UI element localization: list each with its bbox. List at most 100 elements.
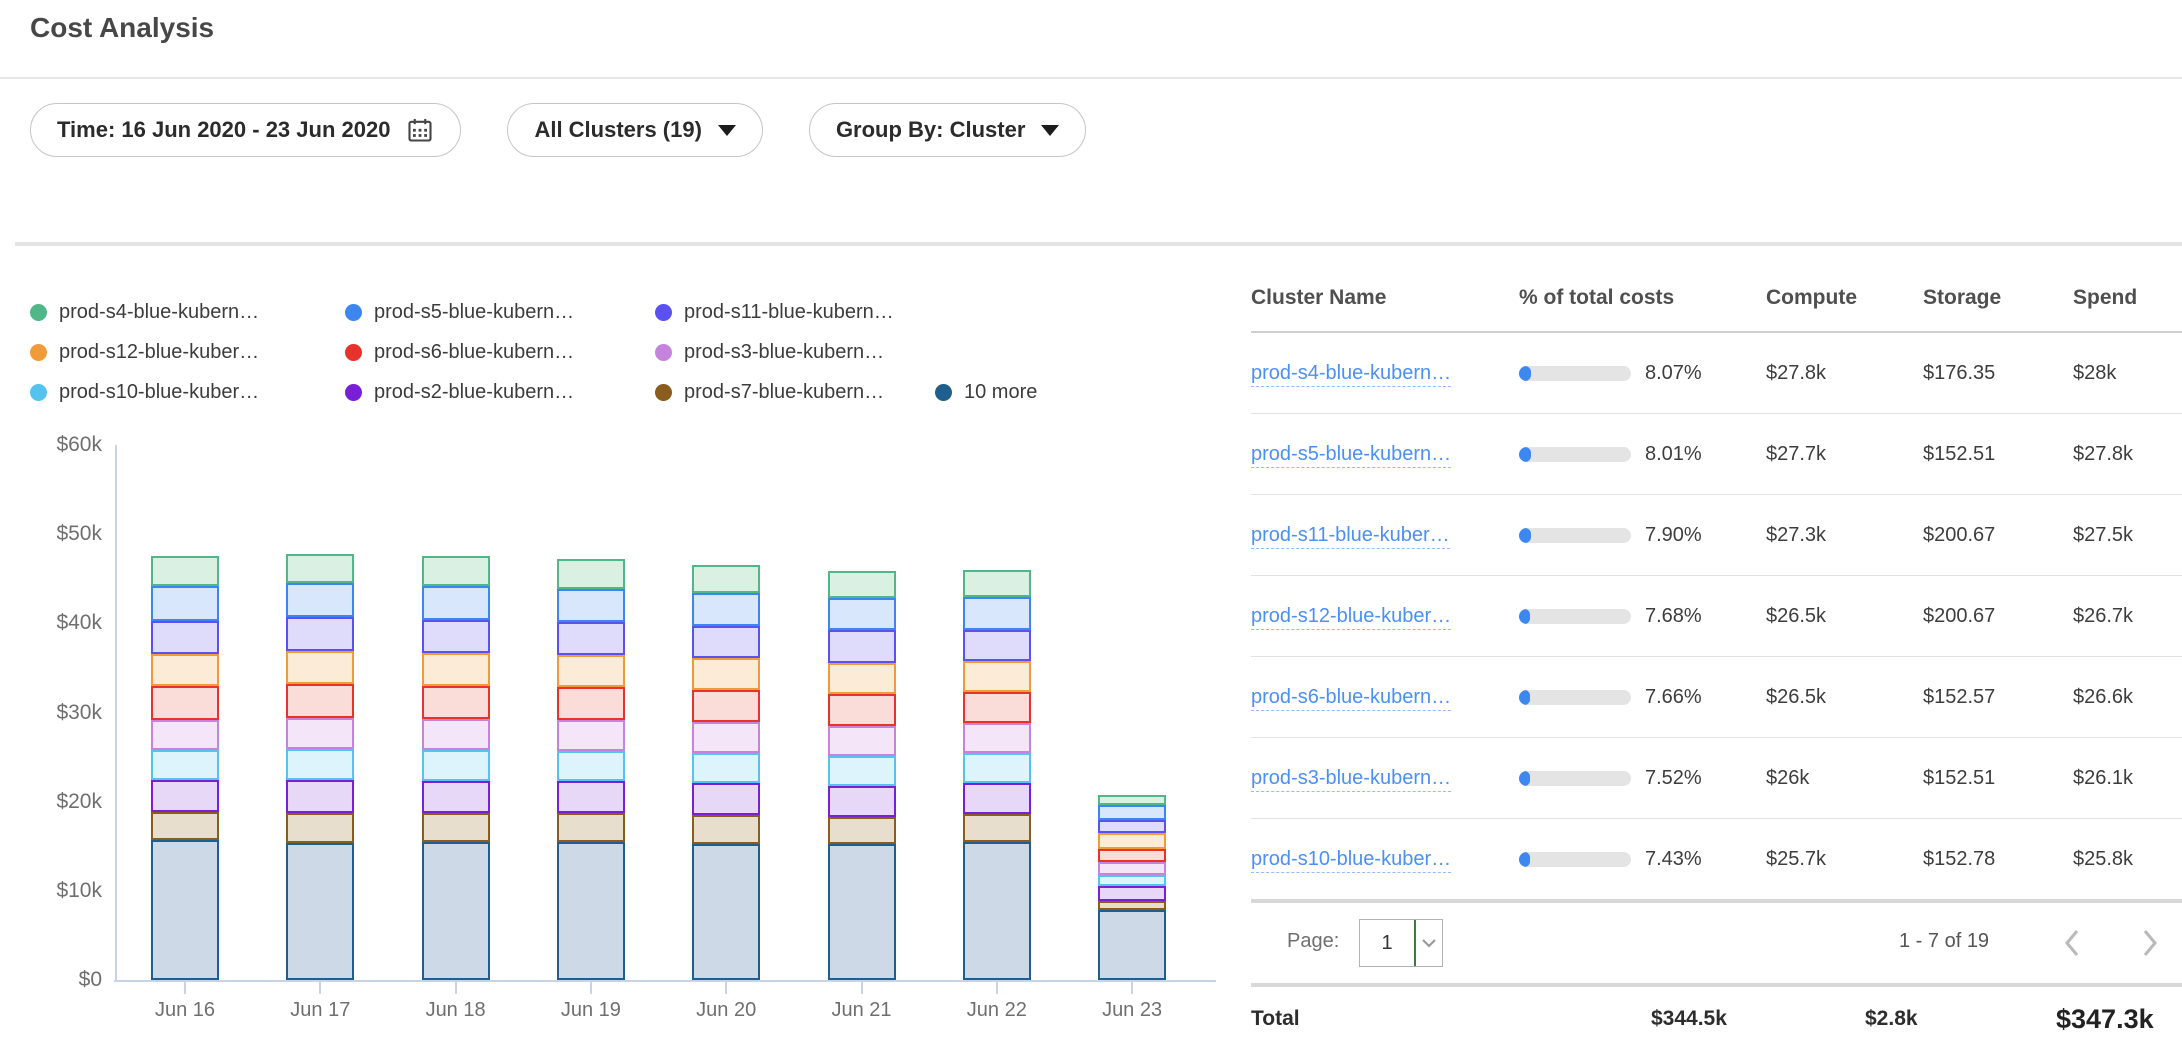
bar-segment-s7[interactable]: [692, 815, 760, 844]
bar-segment-s4[interactable]: [963, 570, 1031, 598]
previous-page-button[interactable]: [2057, 921, 2087, 965]
bar-segment-s12[interactable]: [151, 654, 219, 686]
bar-segment-s4[interactable]: [828, 571, 896, 599]
bar-segment-s10[interactable]: [151, 750, 219, 780]
bar-segment-s2[interactable]: [692, 783, 760, 815]
bar-segment-s5[interactable]: [422, 586, 490, 620]
bar-segment-s4[interactable]: [286, 554, 354, 583]
stacked-bar-jun-23[interactable]: [1098, 795, 1166, 980]
bar-segment-s4[interactable]: [1098, 795, 1166, 805]
bar-segment-s4[interactable]: [422, 556, 490, 585]
cluster-link[interactable]: prod-s10-blue-kuber…: [1251, 848, 1451, 873]
bar-segment-s10[interactable]: [557, 751, 625, 781]
stacked-bar-jun-22[interactable]: [963, 570, 1031, 980]
stacked-bar-jun-19[interactable]: [557, 559, 625, 980]
bar-segment-more[interactable]: [963, 842, 1031, 980]
bar-segment-s3[interactable]: [963, 723, 1031, 753]
bar-segment-s4[interactable]: [557, 559, 625, 588]
bar-segment-s12[interactable]: [286, 651, 354, 684]
bar-segment-s12[interactable]: [963, 661, 1031, 692]
bar-segment-s11[interactable]: [1098, 820, 1166, 832]
stacked-bar-jun-20[interactable]: [692, 565, 760, 980]
bar-segment-more[interactable]: [286, 843, 354, 980]
bar-segment-s7[interactable]: [828, 817, 896, 845]
bar-segment-more[interactable]: [151, 840, 219, 980]
bar-segment-more[interactable]: [828, 844, 896, 980]
bar-segment-s6[interactable]: [286, 684, 354, 718]
bar-segment-s10[interactable]: [1098, 875, 1166, 887]
bar-segment-s2[interactable]: [963, 783, 1031, 814]
bar-segment-s10[interactable]: [692, 753, 760, 782]
bar-segment-s12[interactable]: [557, 655, 625, 687]
bar-segment-more[interactable]: [422, 842, 490, 980]
cluster-link[interactable]: prod-s11-blue-kuber…: [1251, 524, 1450, 549]
bar-segment-s7[interactable]: [557, 813, 625, 842]
bar-segment-s6[interactable]: [1098, 849, 1166, 862]
bar-segment-s6[interactable]: [692, 690, 760, 722]
bar-segment-more[interactable]: [557, 842, 625, 980]
bar-segment-s10[interactable]: [963, 753, 1031, 782]
bar-segment-s5[interactable]: [963, 597, 1031, 629]
bar-segment-s5[interactable]: [1098, 805, 1166, 820]
bar-segment-s7[interactable]: [151, 812, 219, 840]
cluster-link[interactable]: prod-s3-blue-kubern…: [1251, 767, 1451, 792]
bar-segment-s5[interactable]: [692, 593, 760, 626]
bar-segment-s7[interactable]: [963, 814, 1031, 842]
bar-segment-more[interactable]: [692, 844, 760, 980]
bar-segment-more[interactable]: [1098, 910, 1166, 980]
col-header-storage: Storage: [1923, 286, 2073, 310]
stacked-bar-jun-17[interactable]: [286, 554, 354, 980]
bar-segment-s12[interactable]: [1098, 833, 1166, 849]
bar-segment-s10[interactable]: [286, 749, 354, 780]
bar-segment-s3[interactable]: [692, 722, 760, 753]
spend-value: $27.8k: [2073, 443, 2182, 466]
bar-segment-s7[interactable]: [286, 813, 354, 842]
bar-segment-s2[interactable]: [151, 780, 219, 812]
bar-segment-s2[interactable]: [286, 780, 354, 813]
bar-segment-s11[interactable]: [963, 630, 1031, 661]
bar-segment-s11[interactable]: [422, 620, 490, 653]
bar-segment-s3[interactable]: [422, 719, 490, 750]
bar-segment-s10[interactable]: [422, 750, 490, 781]
page-select[interactable]: 1: [1359, 919, 1443, 967]
bar-segment-s2[interactable]: [557, 781, 625, 813]
stacked-bar-jun-21[interactable]: [828, 571, 896, 980]
bar-segment-s11[interactable]: [557, 622, 625, 654]
bar-segment-s5[interactable]: [828, 598, 896, 630]
bar-segment-s11[interactable]: [828, 630, 896, 662]
cluster-link[interactable]: prod-s5-blue-kubern…: [1251, 443, 1451, 468]
stacked-bar-jun-18[interactable]: [422, 556, 490, 980]
bar-segment-s7[interactable]: [1098, 901, 1166, 911]
next-page-button[interactable]: [2135, 921, 2165, 965]
bar-segment-s6[interactable]: [151, 686, 219, 720]
bar-segment-s11[interactable]: [692, 626, 760, 658]
stacked-bar-jun-16[interactable]: [151, 556, 219, 980]
bar-segment-s3[interactable]: [557, 720, 625, 751]
bar-segment-s3[interactable]: [151, 720, 219, 750]
cluster-link[interactable]: prod-s4-blue-kubern…: [1251, 362, 1451, 387]
bar-segment-s5[interactable]: [286, 583, 354, 617]
bar-segment-s6[interactable]: [963, 692, 1031, 723]
bar-segment-s5[interactable]: [557, 589, 625, 623]
bar-segment-s12[interactable]: [828, 663, 896, 694]
bar-segment-s4[interactable]: [151, 556, 219, 585]
bar-segment-s3[interactable]: [828, 726, 896, 756]
bar-segment-s3[interactable]: [1098, 862, 1166, 874]
bar-segment-s6[interactable]: [422, 686, 490, 719]
bar-segment-s2[interactable]: [422, 781, 490, 813]
cluster-link[interactable]: prod-s12-blue-kuber…: [1251, 605, 1451, 630]
bar-segment-s6[interactable]: [557, 687, 625, 720]
bar-segment-s11[interactable]: [286, 617, 354, 651]
bar-segment-s10[interactable]: [828, 756, 896, 785]
bar-segment-s7[interactable]: [422, 813, 490, 842]
bar-segment-s12[interactable]: [422, 653, 490, 686]
cluster-link[interactable]: prod-s6-blue-kubern…: [1251, 686, 1451, 711]
bar-segment-s2[interactable]: [828, 786, 896, 817]
bar-segment-s12[interactable]: [692, 658, 760, 690]
bar-segment-s3[interactable]: [286, 718, 354, 749]
bar-segment-s5[interactable]: [151, 586, 219, 621]
bar-segment-s2[interactable]: [1098, 886, 1166, 900]
bar-segment-s11[interactable]: [151, 621, 219, 654]
bar-segment-s6[interactable]: [828, 694, 896, 726]
bar-segment-s4[interactable]: [692, 565, 760, 593]
